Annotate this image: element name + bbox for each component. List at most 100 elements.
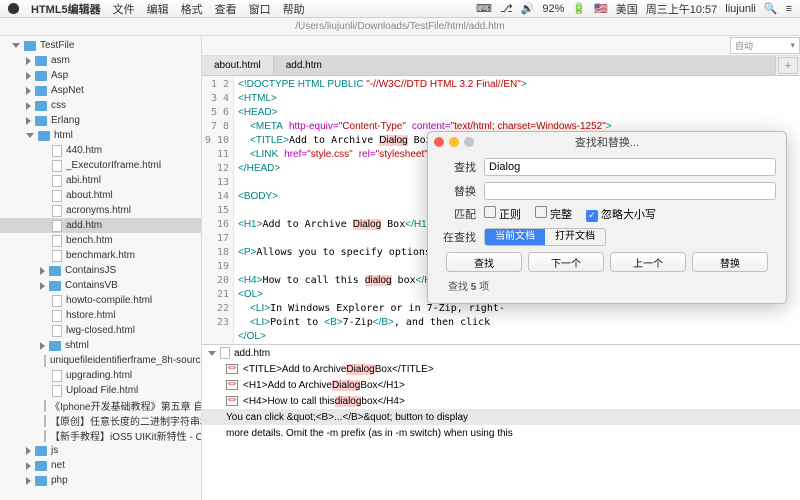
tree-file[interactable]: hstore.html xyxy=(0,308,201,323)
tree-file[interactable]: howto-compile.html xyxy=(0,293,201,308)
case-checkbox[interactable]: ✓忽略大小写 xyxy=(586,206,656,222)
prev-button[interactable]: 上一个 xyxy=(610,252,686,272)
tree-folder[interactable]: net xyxy=(0,458,201,473)
tree-folder[interactable]: css xyxy=(0,98,201,113)
menu-format[interactable]: 格式 xyxy=(181,1,203,17)
menu-help[interactable]: 帮助 xyxy=(283,1,305,17)
next-button[interactable]: 下一个 xyxy=(528,252,604,272)
regex-checkbox[interactable]: 正则 xyxy=(484,206,521,222)
tree-folder[interactable]: Asp xyxy=(0,68,201,83)
volume-icon[interactable]: 🔊 xyxy=(521,2,535,15)
seg-current[interactable]: 当前文档 xyxy=(485,229,545,245)
tree-label: 【原创】任意长度的二进制字符串和十进制串的转换算 xyxy=(50,413,201,428)
file-icon xyxy=(220,347,230,359)
disclosure-icon[interactable] xyxy=(26,447,31,455)
menu-view[interactable]: 查看 xyxy=(215,1,237,17)
file-icon xyxy=(52,190,62,202)
tree-file[interactable]: acronyms.html xyxy=(0,203,201,218)
tree-file[interactable]: 《Iphone开发基础教程》第五章 自动旋转和调整大小 xyxy=(0,398,201,413)
tree-folder[interactable]: AspNet xyxy=(0,83,201,98)
tab-about[interactable]: about.html xyxy=(202,56,274,75)
file-icon xyxy=(44,400,46,412)
menu-extra-icon[interactable]: ≡ xyxy=(786,3,792,15)
file-icon xyxy=(52,235,62,247)
result-row[interactable]: <><H1>Add to Archive Dialog Box</H1> xyxy=(202,377,800,393)
tree-file[interactable]: add.htm xyxy=(0,218,201,233)
disclosure-icon[interactable] xyxy=(26,117,31,125)
disclosure-icon[interactable] xyxy=(12,43,20,48)
apple-icon[interactable] xyxy=(8,3,19,14)
menu-file[interactable]: 文件 xyxy=(113,1,135,17)
tree-folder[interactable]: shtml xyxy=(0,338,201,353)
menu-edit[interactable]: 编辑 xyxy=(147,1,169,17)
file-icon xyxy=(44,355,46,367)
tree-file[interactable]: 【新手教程】iOS5 UIKit新特性 - CocoaChina 苹果开 xyxy=(0,428,201,443)
tree-file[interactable]: _ExecutorIframe.html xyxy=(0,158,201,173)
disclosure-icon[interactable] xyxy=(40,267,45,275)
results-file[interactable]: add.htm xyxy=(202,345,800,361)
datetime[interactable]: 周三上午10:57 xyxy=(646,1,718,17)
tree-folder[interactable]: Erlang xyxy=(0,113,201,128)
replace-input[interactable] xyxy=(484,182,776,200)
replace-button[interactable]: 替换 xyxy=(692,252,768,272)
tab-add[interactable]: add.htm xyxy=(274,56,776,75)
wifi-icon[interactable]: ⎇ xyxy=(500,2,513,15)
encoding-dropdown[interactable]: 自动▾ xyxy=(730,37,800,54)
result-row[interactable]: <><TITLE>Add to Archive Dialog Box</TITL… xyxy=(202,361,800,377)
tree-label: ContainsVB xyxy=(65,280,118,291)
tree-folder[interactable]: ContainsJS xyxy=(0,263,201,278)
tree-file[interactable]: lwg-closed.html xyxy=(0,323,201,338)
disclosure-icon[interactable] xyxy=(26,102,31,110)
scope-segment[interactable]: 当前文档 打开文档 xyxy=(484,228,606,246)
disclosure-icon[interactable] xyxy=(26,477,31,485)
tree-folder[interactable]: ContainsVB xyxy=(0,278,201,293)
disclosure-icon[interactable] xyxy=(26,57,31,65)
file-tree[interactable]: TestFileasmAspAspNetcssErlang html 440.htm… xyxy=(0,36,202,500)
tag-icon: <> xyxy=(226,364,238,374)
file-icon xyxy=(52,385,62,397)
find-input[interactable] xyxy=(484,158,776,176)
search-icon[interactable]: 🔍 xyxy=(764,2,778,15)
battery-icon[interactable]: 🔋 xyxy=(572,2,586,15)
menu-window[interactable]: 窗口 xyxy=(249,1,271,17)
tree-file[interactable]: abi.html xyxy=(0,173,201,188)
disclosure-icon[interactable] xyxy=(26,72,31,80)
tree-folder[interactable]: js xyxy=(0,443,201,458)
folder-icon xyxy=(35,86,47,96)
disclosure-icon[interactable] xyxy=(26,133,34,138)
tag-icon: <> xyxy=(226,396,238,406)
tree-file[interactable]: upgrading.html xyxy=(0,368,201,383)
new-tab-button[interactable]: + xyxy=(778,57,798,74)
result-row[interactable]: <><H4>How to call this dialog box</H4> xyxy=(202,393,800,409)
folder-icon xyxy=(35,476,47,486)
app-name[interactable]: HTML5编辑器 xyxy=(31,1,101,17)
chevron-down-icon[interactable] xyxy=(208,351,216,356)
tree-file[interactable]: 440.htm xyxy=(0,143,201,158)
keyboard-icon[interactable]: ⌨ xyxy=(476,2,492,15)
result-row[interactable]: You can click &quot;<B>...</B>&quot; but… xyxy=(202,409,800,425)
dialog-titlebar[interactable]: 查找和替换... xyxy=(428,132,786,152)
tree-folder[interactable]: asm xyxy=(0,53,201,68)
tree-file[interactable]: about.html xyxy=(0,188,201,203)
tree-file[interactable]: Upload File.html xyxy=(0,383,201,398)
tree-folder[interactable]: html xyxy=(0,128,201,143)
tree-folder[interactable]: TestFile xyxy=(0,38,201,53)
disclosure-icon[interactable] xyxy=(26,462,31,470)
whole-checkbox[interactable]: 完整 xyxy=(535,206,572,222)
tree-file[interactable]: bench.htm xyxy=(0,233,201,248)
tree-label: hstore.html xyxy=(66,310,115,321)
find-button[interactable]: 查找 xyxy=(446,252,522,272)
user-name[interactable]: liujunli xyxy=(725,3,756,15)
tree-label: html xyxy=(54,130,73,141)
disclosure-icon[interactable] xyxy=(40,282,45,290)
tree-label: shtml xyxy=(65,340,89,351)
flag-icon[interactable]: 🇺🇸 xyxy=(594,2,608,15)
tree-file[interactable]: benchmark.htm xyxy=(0,248,201,263)
disclosure-icon[interactable] xyxy=(40,342,45,350)
result-row[interactable]: more details. Omit the -m prefix (as in … xyxy=(202,425,800,441)
disclosure-icon[interactable] xyxy=(26,87,31,95)
tree-folder[interactable]: php xyxy=(0,473,201,488)
tree-file[interactable]: uniquefileidentifierframe_8h-source.html xyxy=(0,353,201,368)
tree-file[interactable]: 【原创】任意长度的二进制字符串和十进制串的转换算 xyxy=(0,413,201,428)
seg-open[interactable]: 打开文档 xyxy=(545,229,605,245)
